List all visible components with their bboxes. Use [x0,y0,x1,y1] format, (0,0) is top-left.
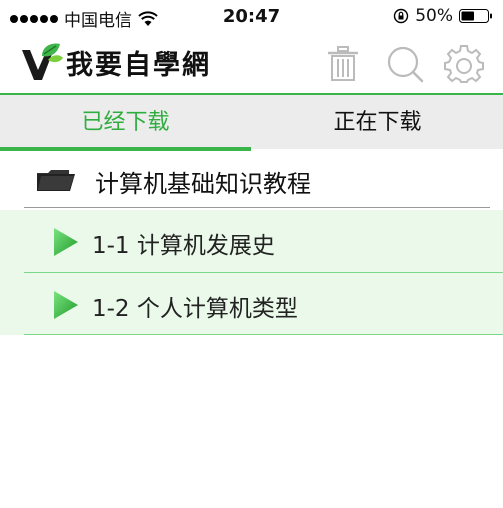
logo-v-icon [22,43,63,80]
trash-icon[interactable] [323,44,363,84]
gear-icon[interactable] [444,44,484,84]
course-header[interactable]: 计算机基础知识教程 [0,152,503,207]
search-icon[interactable] [385,44,425,84]
tab-bar: 已经下载 正在下载 [0,93,503,151]
tab-downloaded[interactable]: 已经下载 [0,95,251,151]
lesson-divider [24,272,503,273]
folder-icon [37,170,75,191]
lesson-label: 1-2 个人计算机类型 [92,296,298,322]
lesson-divider [24,334,503,335]
course-divider [24,207,490,208]
status-right: 50% [393,6,493,26]
rotation-lock-icon [394,8,409,24]
play-icon[interactable] [53,290,79,320]
course-title: 计算机基础知识教程 [95,170,311,198]
battery-icon [459,9,492,23]
lesson-item[interactable]: 1-1 计算机发展史 [0,210,503,272]
app-header: 我要自學網 [0,34,503,92]
lesson-item[interactable]: 1-2 个人计算机类型 [0,273,503,335]
logo-text: 我要自學網 [66,50,211,81]
battery-percent: 50% [415,6,453,26]
lesson-label: 1-1 计算机发展史 [92,233,275,259]
status-bar: 中国电信 20:47 50% [0,0,503,34]
app-logo: 我要自學網 [20,40,211,84]
play-icon[interactable] [53,227,79,257]
tab-downloading[interactable]: 正在下载 [252,95,503,149]
